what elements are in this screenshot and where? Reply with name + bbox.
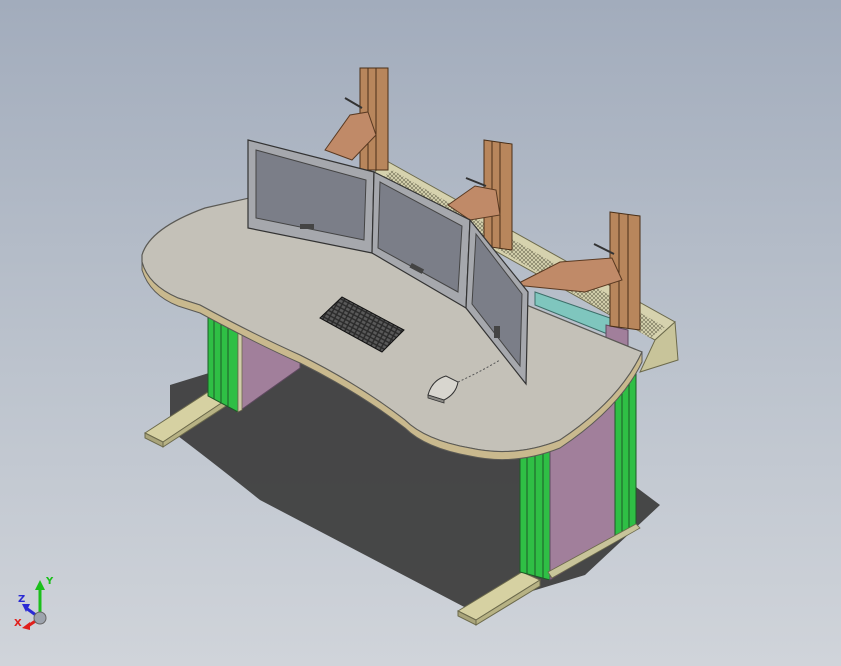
cad-viewport[interactable]: Y Z X <box>0 0 841 666</box>
x-axis-label: X <box>14 618 22 629</box>
y-axis-label: Y <box>45 576 54 587</box>
desk-assembly-model[interactable] <box>0 0 841 666</box>
triad-origin-icon <box>33 611 47 625</box>
z-axis-label: Z <box>18 594 25 605</box>
axis-triad: Y Z X <box>14 576 54 630</box>
monitor-arm-1[interactable] <box>324 67 389 171</box>
